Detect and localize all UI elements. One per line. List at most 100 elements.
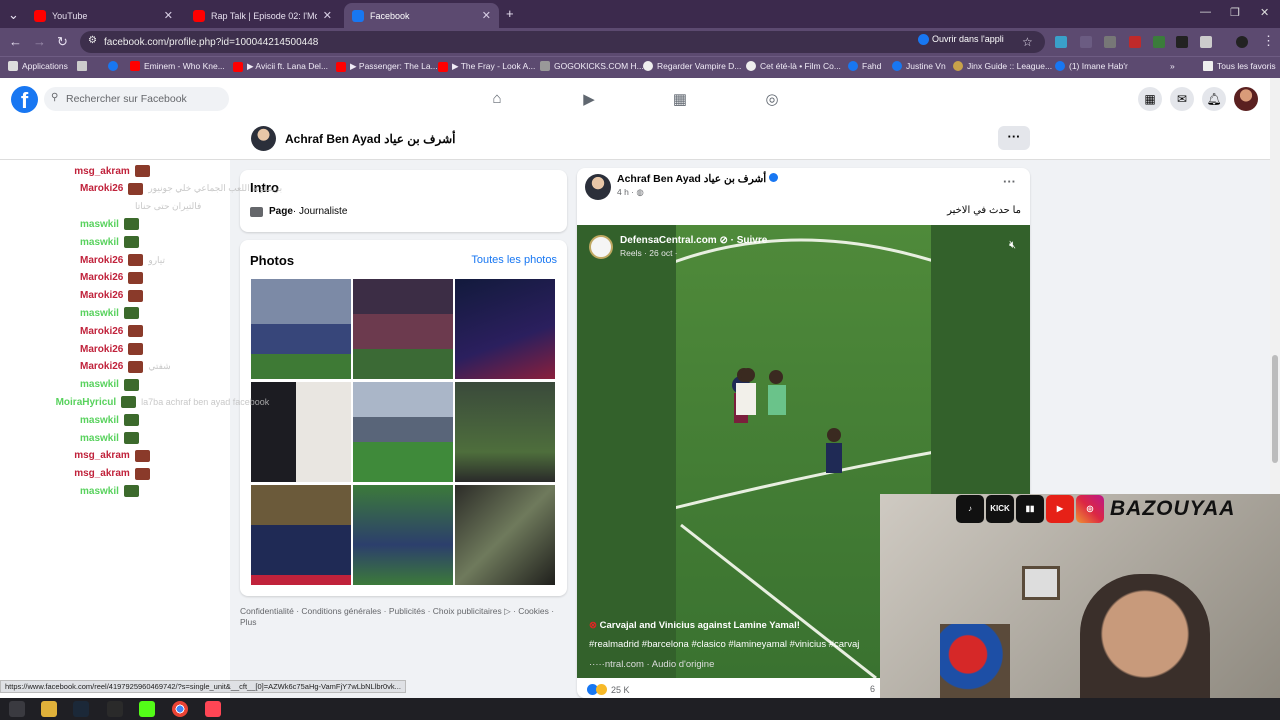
epic-games-icon[interactable] (107, 701, 123, 717)
bookmark-item[interactable] (108, 61, 118, 71)
extension-icon[interactable] (1055, 36, 1067, 48)
chrome-icon[interactable] (172, 701, 188, 717)
back-icon[interactable]: ← (9, 34, 22, 49)
address-bar[interactable]: ⚙ facebook.com/profile.php?id=1000442145… (80, 31, 1045, 53)
photo-thumbnail[interactable] (353, 485, 453, 585)
open-in-app-button[interactable]: Ouvrir dans l'appli (918, 31, 1004, 47)
reel-source-name[interactable]: DefensaCentral.com ⊘ · Suivre (620, 235, 767, 246)
bookmark-label: Tous les favoris (1217, 61, 1276, 71)
photo-thumbnail[interactable] (353, 382, 453, 482)
more-options-button[interactable]: ··· (998, 126, 1030, 150)
post-reactions[interactable]: 25 K (587, 684, 630, 695)
close-window-icon[interactable]: ✕ (1260, 6, 1269, 19)
tab-youtube[interactable]: YouTube ✕ (26, 3, 181, 28)
post-timestamp[interactable]: 4 h · ◍ (617, 187, 644, 198)
post-author-avatar[interactable] (585, 174, 611, 200)
bookmark-item[interactable]: Applications (8, 61, 68, 71)
photo-thumbnail[interactable] (251, 279, 351, 379)
wall-frame (1022, 566, 1060, 600)
bookmark-item[interactable] (77, 61, 87, 71)
profile-avatar[interactable] (251, 126, 276, 151)
kick-icon: KICK (986, 495, 1014, 523)
see-all-photos-link[interactable]: Toutes les photos (471, 254, 557, 266)
groups-icon[interactable]: ◎ (763, 90, 781, 108)
tab-facebook[interactable]: Facebook ✕ (344, 3, 499, 28)
windows-start-icon[interactable] (9, 701, 25, 717)
chat-username: maswkil (80, 414, 119, 426)
extension-icon[interactable] (1176, 36, 1188, 48)
menu-grid-icon[interactable]: ▦ (1138, 87, 1162, 111)
reel-hashtags[interactable]: #realmadrid #barcelona #clasico #laminey… (589, 639, 859, 650)
browser-toolbar: ← → ↻ ⚙ facebook.com/profile.php?id=1000… (0, 28, 1280, 56)
bookmark-item[interactable]: ▶ The Fray - Look A... (438, 61, 535, 72)
account-avatar[interactable] (1234, 87, 1258, 111)
minimize-icon[interactable]: — (1200, 6, 1211, 18)
source-page-avatar[interactable] (589, 235, 613, 259)
photo-thumbnail[interactable] (455, 382, 555, 482)
restore-icon[interactable]: ❐ (1230, 6, 1240, 19)
youtube-favicon-icon (193, 9, 205, 22)
page-footer-links[interactable]: Confidentialité · Conditions générales ·… (240, 606, 570, 628)
close-tab-icon[interactable]: ✕ (482, 9, 491, 22)
extension-icon[interactable] (1129, 36, 1141, 48)
profile-name[interactable]: Achraf Ben Ayad أشرف بن عياد (285, 132, 456, 146)
menu-kebab-icon[interactable]: ⋮ (1262, 33, 1275, 49)
facebook-logo-icon[interactable]: f (11, 86, 38, 113)
bookmark-item[interactable]: Jinx Guide :: League... (953, 61, 1052, 71)
facebook-icon (848, 61, 858, 71)
bookmark-item[interactable]: ▶ Avicii ft. Lana Del... (233, 61, 328, 72)
streaming-app-icon[interactable] (139, 701, 155, 717)
all-bookmarks-button[interactable]: Tous les favoris (1203, 61, 1276, 71)
extension-icon[interactable] (1104, 36, 1116, 48)
post-author-text: Achraf Ben Ayad أشرف بن عياد (617, 173, 767, 185)
home-icon[interactable]: ⌂ (488, 90, 506, 108)
new-tab-icon[interactable]: + (506, 6, 514, 21)
forward-icon[interactable]: → (33, 34, 46, 49)
twitch-icon: ▮▮ (1016, 495, 1044, 523)
site-info-icon[interactable]: ⚙ (88, 35, 97, 46)
messenger-icon[interactable]: ✉ (1170, 87, 1194, 111)
mute-icon[interactable]: 🔇︎ (1009, 239, 1016, 252)
intro-card: Intro Page · Journaliste (240, 170, 567, 232)
post-author-name[interactable]: Achraf Ben Ayad أشرف بن عياد (617, 173, 779, 185)
chat-badge-icon (128, 289, 144, 302)
marketplace-icon[interactable]: ▦ (671, 90, 689, 108)
photo-thumbnail[interactable] (455, 279, 555, 379)
tab-search-icon[interactable]: ⌄ (8, 7, 19, 23)
bookmark-item[interactable]: Regarder Vampire D... (643, 61, 741, 71)
tab-rap-talk[interactable]: Rap Talk | Episode 02: l'Morphi ✕ (185, 3, 340, 28)
steam-icon[interactable] (73, 701, 89, 717)
close-tab-icon[interactable]: ✕ (164, 9, 173, 22)
notifications-icon[interactable]: 🔔︎ (1202, 87, 1226, 111)
facebook-search-input[interactable]: ⚲ Rechercher sur Facebook (44, 87, 229, 111)
bookmarks-overflow-icon[interactable]: » (1170, 61, 1175, 71)
close-tab-icon[interactable]: ✕ (323, 9, 332, 22)
bookmark-star-icon[interactable]: ☆ (1022, 35, 1033, 49)
bookmark-item[interactable]: Eminem - Who Kne... (130, 61, 225, 71)
valorant-icon[interactable] (205, 701, 221, 717)
video-icon[interactable]: ▶ (580, 90, 598, 108)
bookmark-item[interactable]: (1) Imane Hab'r (1055, 61, 1128, 71)
profile-avatar-icon[interactable] (1236, 36, 1248, 48)
bookmark-item[interactable]: ▶ Passenger: The La... (336, 61, 438, 72)
chat-badge-icon (128, 254, 144, 266)
comment-count-partial[interactable]: 6 (870, 684, 875, 694)
extensions-puzzle-icon[interactable] (1200, 36, 1212, 48)
extension-icon[interactable] (1153, 36, 1165, 48)
chat-message: MoiraHyricul la7ba achraf ben ayad facebo… (56, 396, 269, 409)
scrollbar-thumb[interactable] (1272, 355, 1278, 463)
post-options-icon[interactable]: ··· (1003, 174, 1016, 189)
bookmark-item[interactable]: Justine Vn (892, 61, 946, 71)
photo-thumbnail[interactable] (455, 485, 555, 585)
reel-audio[interactable]: ·····ntral.com · Audio d'origine (589, 659, 714, 670)
file-explorer-icon[interactable] (41, 701, 57, 717)
bookmark-item[interactable]: GOGOKICKS.COM H... (540, 61, 644, 71)
chat-text: ﻓﺎﻟﺘﻴﺮﺍﻥ ﺣﺘﻰ ﺣﻨﺎﺗﺎ (135, 200, 202, 211)
bookmark-item[interactable]: Cet été-là • Film Co... (746, 61, 841, 71)
photo-thumbnail[interactable] (353, 279, 453, 379)
chat-message: maswkil (80, 378, 144, 391)
reload-icon[interactable]: ↻ (57, 34, 68, 50)
extension-icon[interactable] (1080, 36, 1092, 48)
photo-thumbnail[interactable] (251, 485, 351, 585)
bookmark-item[interactable]: Fahd (848, 61, 881, 71)
